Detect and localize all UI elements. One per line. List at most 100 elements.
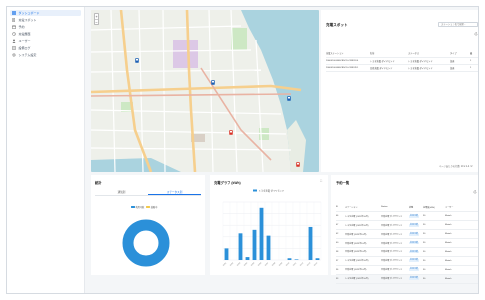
user-icon xyxy=(12,39,16,43)
zoom-in-button[interactable]: + xyxy=(95,14,98,19)
column-header[interactable]: 状態 xyxy=(409,203,423,213)
table-row[interactable]: 38 日産充電 (2023年10月) 日産充電 ダイヤモンド 利用可能 30 Mariah xyxy=(336,247,478,257)
status-badge: 利用可能 xyxy=(409,277,420,280)
station-marker[interactable] xyxy=(229,130,233,136)
donut-slice xyxy=(122,219,170,267)
status-badge: 利用可能 xyxy=(409,250,420,254)
table-cell: 33 xyxy=(336,274,345,284)
table-row[interactable]: 33 トヨタ充電 (2023年10月) 日産充電 ダイヤモンド 利用可能 30 Maria… xyxy=(336,274,478,284)
station-marker[interactable] xyxy=(296,162,300,168)
bar[interactable] xyxy=(294,259,299,260)
map-pin-icon xyxy=(296,162,300,167)
table-cell: 利用可能 xyxy=(409,274,423,284)
column-header[interactable]: ステーション xyxy=(345,203,381,213)
column-header[interactable]: 名前 xyxy=(370,50,408,58)
zoom-control: + − xyxy=(94,13,99,25)
sidebar-item-users[interactable]: ユーザー xyxy=(10,38,81,44)
expand-icon[interactable]: ⛶ xyxy=(320,179,324,184)
bar[interactable] xyxy=(315,258,320,260)
table-cell: 日産充電 ダイヤモンド xyxy=(370,64,408,72)
column-header[interactable]: ステータス xyxy=(408,50,450,58)
table-cell: 38 xyxy=(336,247,345,257)
table-cell: 47 xyxy=(336,220,345,231)
status-badge: 利用可能 xyxy=(409,232,420,236)
legend-swatch xyxy=(131,206,135,208)
tab-by-status[interactable]: ステータス別 xyxy=(148,190,201,195)
sidebar-item-charging-spots[interactable]: 充電スポット xyxy=(10,17,81,23)
column-header[interactable]: Station xyxy=(381,203,409,213)
table-row[interactable]: 37 トヨタ充電 (2023年10月) 日産充電 ダイヤモンド 利用可能 30 Maria… xyxy=(336,256,478,266)
map-pin-icon xyxy=(287,96,291,101)
status-badge: 利用可能 xyxy=(409,223,420,227)
status-donut-chart[interactable] xyxy=(121,218,171,268)
reservations-table: ID ステーション Station 状態 充電量(kWh) ユーザー 46 トヨタ… xyxy=(336,203,478,284)
refresh-icon[interactable] xyxy=(473,190,477,194)
sidebar-item-label: ダッシュボード xyxy=(18,11,40,16)
table-row[interactable]: 20000100-B46CB5CD-CF8D1D4 トヨタ充電 ダイヤモンド ト… xyxy=(326,57,478,65)
map-view[interactable]: + − xyxy=(91,10,319,172)
settings-icon xyxy=(12,53,16,57)
table-row[interactable]: 46 トヨタ充電 (2023年10月) 日産充電 ダイヤモンド 利用可能 30 Maria… xyxy=(336,211,478,222)
table-row[interactable]: 20000100-B46CB5CD-CF8D2D1 日産充電 ダイヤモンド トヨ… xyxy=(326,64,478,72)
table-cell: 日産充電 ダイヤモンド xyxy=(381,220,409,231)
x-tick-label: 10/01 xyxy=(223,262,228,267)
table-cell: 日産充電 (2023年10月) xyxy=(345,238,381,248)
bar[interactable] xyxy=(266,235,271,260)
column-header[interactable]: 充電ステーション xyxy=(326,50,370,58)
column-header[interactable]: ID xyxy=(336,203,345,213)
table-row[interactable]: 42 日産充電 (2023年10月) 日産充電 ダイヤモンド 利用可能 30 Mariah xyxy=(336,229,478,240)
legend-swatch xyxy=(146,206,150,208)
bar[interactable] xyxy=(252,229,257,260)
stats-tabs: 通知別 ステータス別 xyxy=(95,190,201,196)
sidebar-item-dashboard[interactable]: ダッシュボード xyxy=(10,10,81,17)
column-header[interactable]: タイプ xyxy=(450,50,470,58)
sidebar-item-label: 充電履歴 xyxy=(18,32,31,37)
x-tick-label: 10/03 xyxy=(237,262,242,267)
table-cell: 日産充電 ダイヤモンド xyxy=(381,265,409,275)
x-tick-label: 10/02 xyxy=(230,262,235,267)
legend-label: 利用可能 xyxy=(135,207,145,209)
table-cell: Mariah xyxy=(445,220,478,231)
status-badge: 利用可能 xyxy=(409,259,420,263)
table-row[interactable]: 36 日産充電 (2023年10月) 日産充電 ダイヤモンド 利用可能 30 Mariah xyxy=(336,265,478,275)
bar[interactable] xyxy=(245,257,250,260)
bar[interactable] xyxy=(308,226,313,260)
column-header[interactable]: ユーザー xyxy=(445,203,478,213)
panel-title: 充電スポット xyxy=(326,23,348,27)
bar[interactable] xyxy=(224,248,229,260)
sidebar-item-settings[interactable]: システム設定 xyxy=(10,52,81,58)
table-cell: トヨタ充電 (2023年10月) xyxy=(345,220,381,231)
refresh-icon[interactable] xyxy=(474,32,478,36)
sidebar-item-history[interactable]: 充電履歴 xyxy=(10,31,81,37)
bar[interactable] xyxy=(287,258,292,260)
table-cell: Mariah xyxy=(445,274,478,284)
table-cell: 36 xyxy=(336,265,345,275)
table-row[interactable]: 47 トヨタ充電 (2023年10月) 日産充電 ダイヤモンド 利用可能 30 Maria… xyxy=(336,220,478,231)
station-marker[interactable] xyxy=(135,58,139,64)
table-cell: 日産充電 ダイヤモンド xyxy=(381,274,409,284)
sidebar-item-reservations[interactable]: 予約 xyxy=(10,24,81,30)
table-cell: 日産充電 (2023年10月) xyxy=(345,247,381,257)
station-marker[interactable] xyxy=(211,80,215,86)
sidebar-item-logs[interactable]: 設備ログ xyxy=(10,45,81,51)
legend-label: 故障中 xyxy=(150,207,158,209)
table-cell: 30 xyxy=(423,265,445,275)
table-cell: 利用可能 xyxy=(409,238,423,248)
search-input[interactable] xyxy=(438,22,478,27)
column-header[interactable]: 充電量(kWh) xyxy=(423,203,445,213)
pagination[interactable]: ページあたりの行数: 10 ▾ 1-2 / 2 xyxy=(439,164,472,168)
table-cell: Mariah xyxy=(445,265,478,275)
bar[interactable] xyxy=(259,207,264,260)
station-marker[interactable] xyxy=(287,96,291,102)
table-cell: 日産充電 (2023年10月) xyxy=(345,229,381,240)
bar[interactable] xyxy=(238,233,243,260)
sidebar-item-label: 設備ログ xyxy=(18,46,31,51)
table-row[interactable]: 40 日産充電 (2023年10月) 日産充電 ダイヤモンド 利用可能 30 Mariah xyxy=(336,238,478,248)
tab-by-notification[interactable]: 通知別 xyxy=(95,190,148,195)
table-cell: 利用可能 xyxy=(409,211,423,222)
column-header[interactable]: 最 xyxy=(470,50,478,58)
zoom-out-button[interactable]: − xyxy=(95,19,98,25)
table-cell: 30 xyxy=(423,220,445,231)
table-cell: 37 xyxy=(336,256,345,266)
table-cell: 利用可能 xyxy=(409,247,423,257)
